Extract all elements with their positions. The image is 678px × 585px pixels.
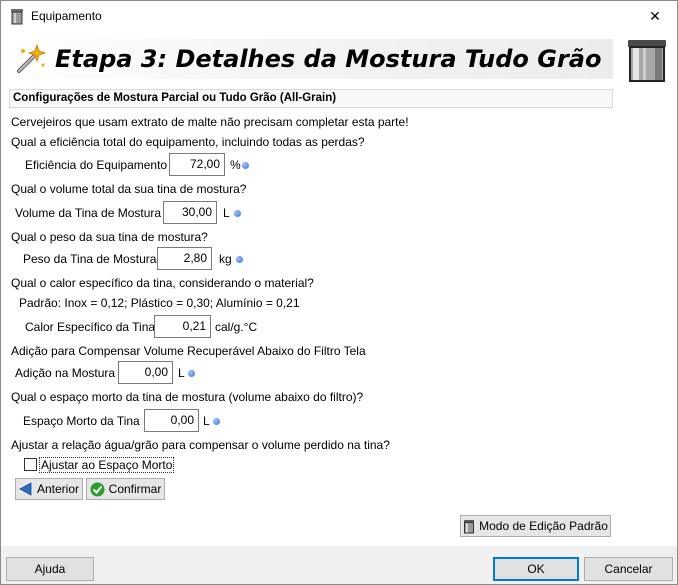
deadspace-unit: L xyxy=(203,414,210,428)
ok-button-label: OK xyxy=(527,562,545,576)
specific-heat-defaults: Padrão: Inox = 0,12; Plástico = 0,30; Al… xyxy=(19,296,300,310)
info-dot-icon[interactable] xyxy=(188,370,195,377)
magic-wand-icon xyxy=(17,43,47,73)
confirm-button-label: Confirmar xyxy=(108,482,162,496)
window-title: Equipamento xyxy=(31,9,102,23)
volume-unit: L xyxy=(223,206,230,220)
adjust-question: Ajustar a relação água/grão para compens… xyxy=(11,438,390,452)
adjust-deadspace-label[interactable]: Ajustar ao Espaço Morto xyxy=(39,457,175,473)
specific-heat-label: Calor Específico da Tina xyxy=(25,320,156,334)
specific-heat-question: Qual o calor específico da tina, conside… xyxy=(11,276,314,290)
wizard-header: Etapa 3: Detalhes da Mostura Tudo Grão xyxy=(9,39,613,79)
efficiency-unit: % xyxy=(230,158,241,172)
addition-question: Adição para Compensar Volume Recuperável… xyxy=(11,344,366,358)
confirm-button[interactable]: Confirmar xyxy=(86,478,165,500)
weight-question: Qual o peso da sua tina de mostura? xyxy=(11,230,208,244)
deadspace-field[interactable]: 0,00 xyxy=(144,409,199,432)
specific-heat-unit: cal/g.°C xyxy=(215,320,258,334)
close-icon: ✕ xyxy=(649,7,661,24)
addition-unit: L xyxy=(178,366,185,380)
help-button-label: Ajuda xyxy=(34,562,66,576)
info-dot-icon[interactable] xyxy=(242,162,249,169)
section-header: Configurações de Mostura Parcial ou Tudo… xyxy=(9,89,613,108)
deadspace-label: Espaço Morto da Tina xyxy=(23,414,140,428)
specific-heat-field[interactable]: 0,21 xyxy=(154,315,211,338)
volume-question: Qual o volume total da sua tina de mostu… xyxy=(11,182,247,196)
intro-text: Cervejeiros que usam extrato de malte nã… xyxy=(11,115,409,129)
cancel-button[interactable]: Cancelar xyxy=(584,557,673,581)
volume-label: Volume da Tina de Mostura xyxy=(15,206,162,220)
info-dot-icon[interactable] xyxy=(236,256,243,263)
help-button[interactable]: Ajuda xyxy=(6,557,94,581)
deadspace-question: Qual o espaço morto da tina de mostura (… xyxy=(11,390,364,404)
info-dot-icon[interactable] xyxy=(234,210,241,217)
page-title: Etapa 3: Detalhes da Mostura Tudo Grão xyxy=(55,45,602,73)
standard-edit-mode-button[interactable]: Modo de Edição Padrão xyxy=(460,515,611,537)
standard-edit-mode-label: Modo de Edição Padrão xyxy=(479,519,608,533)
addition-label: Adição na Mostura xyxy=(15,366,116,380)
weight-field[interactable]: 2,80 xyxy=(157,247,212,270)
pot-icon xyxy=(11,9,23,25)
volume-field[interactable]: 30,00 xyxy=(163,201,217,224)
back-button-label: Anterior xyxy=(36,482,80,496)
weight-label: Peso da Tina de Mostura xyxy=(23,252,157,266)
info-dot-icon[interactable] xyxy=(213,418,220,425)
close-button[interactable]: ✕ xyxy=(633,1,677,31)
confirm-check-icon xyxy=(90,482,105,497)
cancel-button-label: Cancelar xyxy=(604,562,653,576)
efficiency-question: Qual a eficiência total do equipamento, … xyxy=(11,135,365,149)
equipment-dialog: Equipamento ✕ Etapa 3: Detalhes da Mostu… xyxy=(0,0,678,585)
back-button[interactable]: Anterior xyxy=(15,478,83,500)
pot-icon xyxy=(463,519,475,534)
addition-field[interactable]: 0,00 xyxy=(118,361,173,384)
efficiency-field[interactable]: 72,00 xyxy=(169,153,225,176)
ok-button[interactable]: OK xyxy=(493,557,579,581)
adjust-deadspace-checkbox[interactable] xyxy=(24,458,37,471)
dialog-content: Etapa 3: Detalhes da Mostura Tudo Grão C… xyxy=(1,31,677,546)
weight-unit: kg xyxy=(219,252,232,266)
brew-pot-icon xyxy=(628,40,666,82)
efficiency-label: Eficiência do Equipamento xyxy=(25,158,168,172)
title-bar: Equipamento ✕ xyxy=(1,1,677,31)
back-arrow-icon xyxy=(19,482,33,496)
